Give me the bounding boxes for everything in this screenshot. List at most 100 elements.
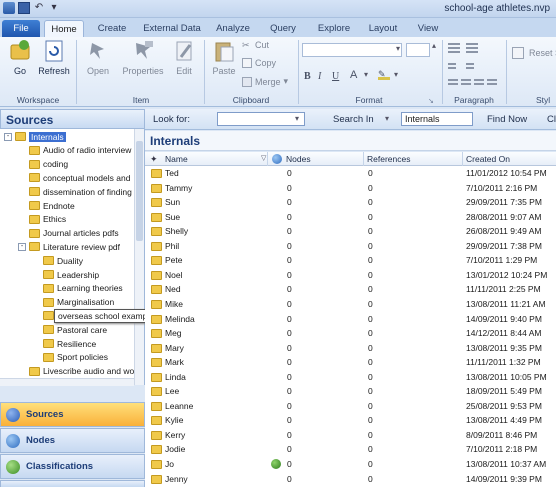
table-row[interactable]: Sun 0 0 29/09/2011 7:35 PM — [145, 195, 556, 210]
tree-item[interactable]: Endnote — [18, 199, 75, 212]
table-row[interactable]: Melinda 0 0 14/09/2011 9:40 PM — [145, 312, 556, 327]
paste-button[interactable]: Paste — [204, 39, 244, 76]
merge-button[interactable]: Merge ▾ — [242, 76, 288, 87]
column-nodes-header[interactable]: Nodes — [286, 154, 311, 164]
row-created-on-cell: 13/08/2011 4:49 PM — [466, 415, 542, 426]
table-row[interactable]: Leanne 0 0 25/08/2011 9:53 PM — [145, 399, 556, 414]
tree-item[interactable]: dissemination of finding — [18, 185, 132, 198]
tree-item[interactable]: - Literature review pdf — [18, 240, 120, 253]
row-nodes-cell: 0 — [287, 459, 292, 469]
tab-view[interactable]: View — [410, 20, 446, 37]
customize-dropdown-icon[interactable]: ▾ — [48, 2, 60, 14]
refresh-button[interactable]: Refresh — [34, 39, 74, 76]
table-row[interactable]: Mike 0 0 13/08/2011 11:21 AM — [145, 297, 556, 312]
reset-styles-button[interactable]: Reset S — [529, 48, 556, 58]
tab-file[interactable]: File — [2, 20, 40, 37]
row-nodes-cell: 0 — [287, 357, 292, 368]
font-color-icon[interactable]: A — [350, 69, 357, 81]
properties-button[interactable]: Properties — [120, 39, 166, 76]
tree-item[interactable]: Ethics — [18, 213, 66, 226]
column-created-on-header[interactable]: Created On — [466, 154, 510, 164]
highlight-icon[interactable]: ✎ — [378, 69, 390, 80]
collapse-toggle-icon[interactable]: - — [4, 132, 12, 141]
tab-query[interactable]: Query — [262, 20, 304, 37]
table-row[interactable]: Sue 0 0 28/08/2011 9:07 AM — [145, 210, 556, 225]
table-row[interactable]: Pete 0 0 7/10/2011 1:29 PM — [145, 253, 556, 268]
column-divider[interactable] — [363, 152, 364, 166]
tree-item-label: Audio of radio interview — [43, 145, 132, 156]
tab-create[interactable]: Create — [90, 20, 134, 37]
column-name-header[interactable]: Name — [165, 154, 188, 164]
look-for-input[interactable] — [217, 112, 305, 126]
save-icon[interactable] — [18, 2, 30, 14]
tree-item[interactable]: Duality — [32, 254, 83, 267]
table-row[interactable]: Mary 0 0 13/08/2011 9:35 PM — [145, 341, 556, 356]
tab-explore[interactable]: Explore — [310, 20, 358, 37]
column-divider[interactable] — [462, 152, 463, 166]
table-row[interactable]: Phil 0 0 29/09/2011 7:38 PM — [145, 239, 556, 254]
table-row[interactable]: Noel 0 0 13/01/2012 10:24 PM — [145, 268, 556, 283]
clear-button[interactable]: Cl — [547, 114, 556, 125]
nav-sources-button[interactable]: Sources — [0, 402, 145, 427]
tree-item[interactable]: Resilience — [32, 337, 96, 350]
nav-next-button[interactable] — [0, 480, 145, 487]
table-row[interactable]: Linda 0 0 13/08/2011 10:05 PM — [145, 370, 556, 385]
column-divider[interactable] — [267, 152, 268, 166]
nav-classifications-button[interactable]: Classifications — [0, 454, 145, 479]
table-row[interactable]: Meg 0 0 14/12/2011 8:44 AM — [145, 326, 556, 341]
table-row[interactable]: Ted 0 0 11/01/2012 10:54 PM — [145, 166, 556, 181]
tree-item[interactable]: conceptual models and — [18, 171, 130, 184]
row-created-on-cell: 13/08/2011 10:05 PM — [466, 371, 547, 382]
table-row[interactable]: Jodie 0 0 7/10/2011 2:18 PM — [145, 442, 556, 457]
scissors-icon: ✂ — [242, 40, 250, 50]
tree-item[interactable]: Leadership — [32, 268, 99, 281]
search-in-field[interactable]: Internals — [401, 112, 473, 126]
table-row[interactable]: Kylie 0 0 13/08/2011 4:49 PM — [145, 413, 556, 428]
tab-home[interactable]: Home — [44, 20, 84, 37]
scrollbar-thumb[interactable] — [136, 141, 143, 241]
tree-item[interactable]: Pastoral care — [32, 323, 107, 336]
underline-button[interactable]: U — [332, 71, 339, 82]
cut-button[interactable]: ✂ Cut — [242, 40, 269, 50]
table-row[interactable]: Tammy 0 0 7/10/2011 2:16 PM — [145, 181, 556, 196]
tab-external-data[interactable]: External Data — [138, 20, 206, 37]
row-created-on-cell: 7/10/2011 1:29 PM — [466, 255, 538, 266]
chevron-down-icon: ▾ — [385, 114, 390, 123]
open-button[interactable]: Open — [78, 39, 118, 76]
find-now-button[interactable]: Find Now — [487, 114, 527, 125]
row-references-cell: 0 — [368, 429, 373, 440]
sources-horizontal-scrollbar[interactable] — [0, 378, 134, 386]
search-in-button[interactable]: Search In — [333, 114, 374, 125]
grow-font-icon[interactable]: ▴ — [432, 41, 442, 50]
tree-item[interactable]: Learning theories — [32, 282, 123, 295]
table-row[interactable]: Shelly 0 0 26/08/2011 9:49 AM — [145, 224, 556, 239]
table-row[interactable]: Kerry 0 0 8/09/2011 8:46 PM — [145, 428, 556, 443]
table-row[interactable]: Jenny 0 0 14/09/2011 9:39 PM — [145, 472, 556, 487]
row-name-cell: Jodie — [165, 444, 186, 455]
tree-item[interactable]: Audio of radio interview — [18, 144, 131, 157]
bold-button[interactable]: B — [304, 71, 311, 82]
collapse-toggle-icon[interactable]: - — [18, 242, 26, 251]
tree-item[interactable]: - Internals — [4, 130, 66, 143]
copy-button[interactable]: Copy — [242, 58, 276, 68]
nav-nodes-button[interactable]: Nodes — [0, 428, 145, 453]
table-row[interactable]: Lee 0 0 18/09/2011 5:49 PM — [145, 384, 556, 399]
edit-button[interactable]: Edit — [164, 39, 204, 76]
tree-item[interactable]: coding — [18, 158, 68, 171]
tab-layout[interactable]: Layout — [362, 20, 404, 37]
tree-item[interactable]: Journal articles pdfs — [18, 227, 119, 240]
sources-vertical-scrollbar[interactable] — [134, 129, 144, 385]
table-row[interactable]: Jo 0 0 13/08/2011 10:37 AM — [145, 457, 556, 472]
table-row[interactable]: Ned 0 0 11/11/2011 2:25 PM — [145, 282, 556, 297]
font-name-combo[interactable]: ▾ — [302, 43, 402, 57]
tab-analyze[interactable]: Analyze — [210, 20, 256, 37]
app-icon[interactable] — [3, 2, 15, 14]
tree-item[interactable]: Sport policies — [32, 351, 108, 364]
table-row[interactable]: Mark 0 0 11/11/2011 1:32 PM — [145, 355, 556, 370]
italic-button[interactable]: I — [318, 71, 321, 82]
column-references-header[interactable]: References — [367, 154, 410, 164]
tree-item[interactable]: Livescribe audio and wo — [18, 365, 134, 378]
font-size-combo[interactable] — [406, 43, 430, 57]
undo-icon[interactable]: ↶ — [33, 2, 45, 14]
tree-item[interactable]: Marginalisation — [32, 296, 114, 309]
